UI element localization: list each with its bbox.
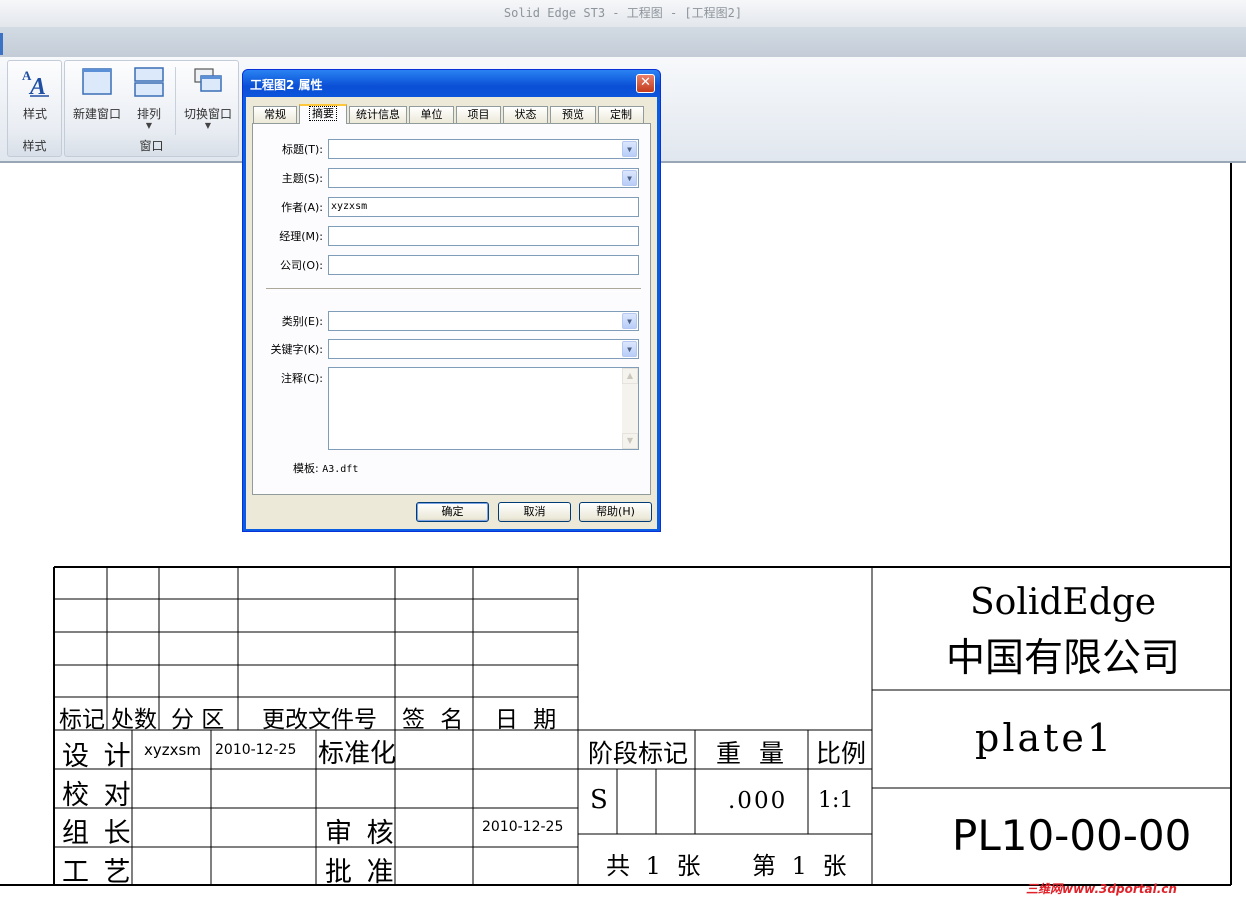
chevron-down-icon[interactable]: ▼ <box>622 313 637 329</box>
subject-label: 主题(S): <box>281 172 323 185</box>
tab-status[interactable]: 状态 <box>503 106 548 123</box>
scroll-down-icon[interactable]: ▼ <box>622 433 638 449</box>
revision-header-mark: 标记 <box>59 707 105 733</box>
revision-header-date: 日 期 <box>495 707 561 733</box>
chevron-down-icon[interactable]: ▼ <box>622 170 637 186</box>
manager-label: 经理(M): <box>279 230 323 243</box>
revision-header-signature: 签 名 <box>402 707 468 733</box>
design-label: 设 计 <box>62 741 134 772</box>
author-field[interactable]: xyzxsm <box>328 197 639 217</box>
tab-general[interactable]: 常规 <box>253 106 297 123</box>
revision-header-change-doc: 更改文件号 <box>262 707 377 733</box>
help-button[interactable]: 帮助(H) <box>579 502 652 522</box>
template-info: 模板: A3.dft <box>293 460 358 476</box>
tab-project[interactable]: 项目 <box>456 106 501 123</box>
stage-value: S <box>590 785 608 815</box>
template-value: A3.dft <box>322 464 359 475</box>
template-label: 模板: <box>293 462 319 475</box>
category-label: 类别(E): <box>281 315 323 328</box>
ok-button[interactable]: 确定 <box>416 502 489 522</box>
keywords-combo[interactable]: ▼ <box>328 339 639 359</box>
revision-header-count: 处数 <box>111 707 157 733</box>
tab-custom[interactable]: 定制 <box>598 106 644 123</box>
part-name: plate1 <box>975 716 1115 760</box>
title-label: 标题(T): <box>281 143 323 156</box>
manager-field[interactable] <box>328 226 639 246</box>
sheet-number: 第 1 张 <box>752 852 851 880</box>
drawing-number: PL10-00-00 <box>952 811 1192 860</box>
keywords-label: 关键字(K): <box>270 343 323 356</box>
category-combo[interactable]: ▼ <box>328 311 639 331</box>
company-label: 公司(O): <box>280 259 323 272</box>
company-field[interactable] <box>328 255 639 275</box>
scale-value: 1:1 <box>818 788 854 813</box>
tab-summary[interactable]: 摘要 <box>299 104 347 124</box>
check-label: 校 对 <box>62 780 134 811</box>
chevron-down-icon[interactable]: ▼ <box>622 341 637 357</box>
weight-label: 重 量 <box>716 739 789 768</box>
review-date: 2010-12-25 <box>482 819 564 835</box>
weight-value: .000 <box>728 788 788 814</box>
dialog-body: 常规 摘要 统计信息 单位 项目 状态 预览 定制 标题(T): ▼ 主题(S)… <box>246 97 657 529</box>
dialog-title: 工程图2 属性 <box>250 78 323 92</box>
approve-label: 批 准 <box>325 857 397 888</box>
standardization-label: 标准化 <box>318 739 397 769</box>
company-name-line1: SolidEdge <box>970 582 1157 623</box>
comments-scrollbar[interactable]: ▲ ▼ <box>622 368 638 449</box>
review-label: 审 核 <box>325 818 397 849</box>
stage-mark-label: 阶段标记 <box>588 739 689 768</box>
cancel-button[interactable]: 取消 <box>498 502 571 522</box>
subject-combo[interactable]: ▼ <box>328 168 639 188</box>
company-name-line2: 中国有限公司 <box>946 636 1181 681</box>
total-sheets: 共 1 张 <box>606 852 705 880</box>
site-watermark: 三维网www.3dportal.cn <box>1026 882 1177 896</box>
chevron-down-icon[interactable]: ▼ <box>622 141 637 157</box>
author-label: 作者(A): <box>281 201 323 214</box>
comments-textarea[interactable]: ▲ ▼ <box>328 367 639 450</box>
close-icon[interactable]: ✕ <box>636 74 655 93</box>
tab-units[interactable]: 单位 <box>409 106 454 123</box>
scale-label: 比例 <box>816 739 867 768</box>
designer-name: xyzxsm <box>144 741 201 759</box>
tab-statistics[interactable]: 统计信息 <box>349 106 407 123</box>
properties-dialog: 工程图2 属性 ✕ 常规 摘要 统计信息 单位 项目 状态 预览 定制 标题(T… <box>242 69 661 532</box>
section-divider <box>266 288 641 292</box>
comments-label: 注释(C): <box>281 372 323 385</box>
title-combo[interactable]: ▼ <box>328 139 639 159</box>
team-lead-label: 组 长 <box>62 818 134 849</box>
revision-header-zone: 分 区 <box>171 707 225 733</box>
design-date: 2010-12-25 <box>215 742 297 758</box>
dialog-title-bar[interactable]: 工程图2 属性 ✕ <box>243 70 660 97</box>
scroll-up-icon[interactable]: ▲ <box>622 368 638 384</box>
process-label: 工 艺 <box>62 857 134 888</box>
tab-preview[interactable]: 预览 <box>550 106 596 123</box>
summary-panel: 标题(T): ▼ 主题(S): ▼ 作者(A): xyzxsm 经理(M): 公… <box>252 123 651 495</box>
